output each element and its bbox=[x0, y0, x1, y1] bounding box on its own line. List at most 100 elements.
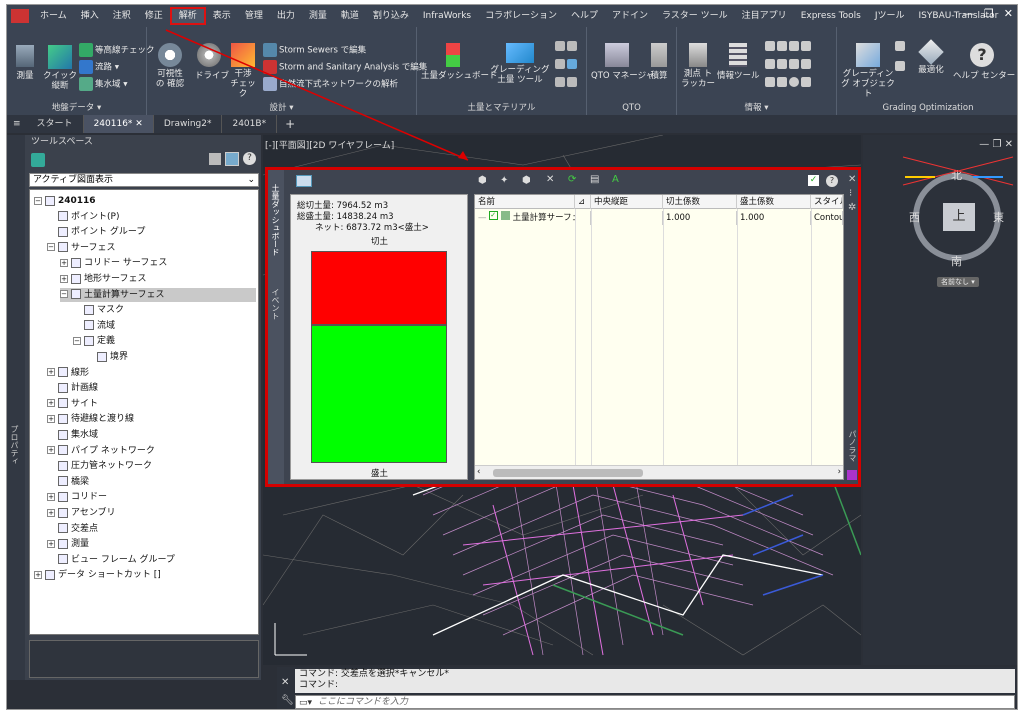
close-icon[interactable]: ✕ bbox=[281, 677, 289, 688]
tree-node[interactable]: − 定義 bbox=[73, 334, 115, 348]
tree-node[interactable]: + アセンブリ bbox=[47, 506, 116, 520]
grid-view-icon[interactable] bbox=[225, 152, 239, 166]
expand-toggle-icon[interactable]: + bbox=[47, 414, 55, 423]
help-icon[interactable]: ? bbox=[243, 152, 256, 165]
col-sort[interactable]: ⊿ bbox=[575, 195, 591, 209]
quick-profile-button[interactable]: クイック 縦断 bbox=[43, 45, 77, 91]
document-tab[interactable]: 2401B* bbox=[222, 115, 278, 133]
interference-button[interactable]: 干渉 チェック bbox=[229, 43, 257, 99]
pin-icon[interactable]: ⁝ bbox=[849, 188, 852, 199]
viewcube-face-top[interactable]: 上 bbox=[943, 203, 975, 231]
menu-item[interactable]: コラボレーション bbox=[478, 7, 564, 25]
tab-earthwork-dashboard[interactable]: 土量ダッシュボード bbox=[270, 184, 281, 256]
delete-icon[interactable]: ✕ bbox=[546, 174, 554, 185]
checkbox-icon[interactable]: ✓ bbox=[808, 175, 819, 186]
tree-node[interactable]: 流域 bbox=[73, 319, 115, 333]
tree-node[interactable]: + 地形サーフェス bbox=[60, 272, 146, 286]
row-fill-factor[interactable]: 1.000 bbox=[737, 211, 811, 225]
refresh-icon[interactable]: ⟳ bbox=[568, 174, 576, 185]
measure-icons-row2[interactable] bbox=[765, 59, 813, 70]
ribbon-panel-title[interactable]: 情報 ▾ bbox=[677, 101, 836, 113]
tree-node[interactable]: マスク bbox=[73, 303, 124, 317]
viewport-controls-label[interactable]: [-][平面図][2D ワイヤフレーム] bbox=[265, 138, 394, 151]
expand-toggle-icon[interactable]: − bbox=[60, 290, 68, 299]
storm-sewers-button[interactable]: Storm Sewers で編集 bbox=[263, 43, 366, 57]
tree-node[interactable]: 圧力管ネットワーク bbox=[47, 459, 152, 473]
menu-item[interactable]: 修正 bbox=[138, 7, 170, 25]
col-mid-ordinate[interactable]: 中央縦距 bbox=[591, 195, 663, 209]
measure-icons-row3[interactable] bbox=[765, 77, 813, 88]
tree-node[interactable]: 計画線 bbox=[47, 381, 98, 395]
menu-item[interactable]: アドイン bbox=[605, 7, 655, 25]
tree-node[interactable]: − サーフェス bbox=[47, 241, 115, 255]
tree-node[interactable]: ポイント(P) bbox=[47, 210, 119, 224]
command-input[interactable]: ▭▾ ここにコマンドを入力 bbox=[295, 695, 1015, 709]
expand-toggle-icon[interactable]: + bbox=[47, 368, 55, 377]
close-icon[interactable]: ✕ bbox=[1004, 7, 1013, 20]
tree-node[interactable]: + 線形 bbox=[47, 366, 89, 380]
tree-node[interactable]: 境界 bbox=[86, 350, 128, 364]
settings-icon[interactable]: ✲ bbox=[848, 202, 856, 213]
tree-node[interactable]: + サイト bbox=[47, 397, 98, 411]
quantity-table-icon[interactable] bbox=[555, 77, 579, 88]
app-menu-icon[interactable] bbox=[11, 9, 29, 23]
expand-toggle-icon[interactable]: + bbox=[34, 570, 42, 579]
drive-button[interactable]: ドライブ bbox=[195, 43, 229, 81]
row-cut-factor[interactable]: 1.000 bbox=[663, 211, 737, 225]
tree-node[interactable]: + パイプ ネットワーク bbox=[47, 444, 155, 458]
menu-item[interactable]: ヘルプ bbox=[564, 7, 605, 25]
close-tab-icon[interactable]: ✕ bbox=[132, 119, 143, 129]
panel-toggle-icon[interactable] bbox=[296, 175, 312, 187]
add-surface-icon[interactable]: ⬢ bbox=[478, 175, 487, 186]
menu-item[interactable]: ホーム bbox=[33, 7, 74, 25]
expand-toggle-icon[interactable]: + bbox=[47, 492, 55, 501]
takeoff-button[interactable]: 積算 bbox=[647, 43, 671, 81]
grading-volume-tool-button[interactable]: グレーディング土量 ツール bbox=[489, 43, 551, 85]
expand-toggle-icon[interactable]: + bbox=[47, 399, 55, 408]
scroll-thumb[interactable] bbox=[493, 469, 643, 477]
menu-item[interactable]: ラスター ツール bbox=[655, 7, 735, 25]
info-tool-button[interactable]: 情報ツール bbox=[717, 43, 760, 81]
add-label-icon[interactable]: A bbox=[612, 174, 619, 185]
grading-small-icons-2[interactable] bbox=[895, 61, 907, 72]
help-icon[interactable]: ? bbox=[826, 175, 838, 187]
col-style[interactable]: スタイル bbox=[811, 195, 843, 209]
visibility-button[interactable]: 可視性の 確認 bbox=[155, 43, 185, 89]
col-cut-factor[interactable]: 切土係数 bbox=[663, 195, 737, 209]
menu-item[interactable]: 割り込み bbox=[366, 7, 416, 25]
expand-toggle-icon[interactable]: + bbox=[47, 508, 55, 517]
expand-toggle-icon[interactable]: + bbox=[47, 446, 55, 455]
optimize-button[interactable]: 最適化 bbox=[913, 39, 949, 75]
material-list-icon[interactable] bbox=[555, 59, 579, 70]
restore-icon[interactable]: ❐ bbox=[984, 7, 994, 20]
catchment-button[interactable]: 集水域 ▾ bbox=[79, 77, 127, 91]
menu-item[interactable]: 管理 bbox=[238, 7, 270, 25]
grading-object-button[interactable]: グレーディング オブジェクト bbox=[841, 43, 895, 99]
menu-item[interactable]: 注釈 bbox=[106, 7, 138, 25]
station-tracker-button[interactable]: 測点 トラッカー bbox=[681, 43, 715, 89]
natural-flow-button[interactable]: 自然流下式ネットワークの解析 bbox=[263, 77, 398, 91]
expand-toggle-icon[interactable]: − bbox=[34, 196, 42, 205]
flow-button[interactable]: 流路 ▾ bbox=[79, 60, 119, 74]
menu-item[interactable]: InfraWorks bbox=[416, 7, 478, 25]
properties-tab[interactable]: プロパティ bbox=[9, 425, 20, 465]
menu-item[interactable]: 軌道 bbox=[334, 7, 366, 25]
tree-node[interactable]: ビュー フレーム グループ bbox=[47, 553, 175, 567]
tree-node[interactable]: 交差点 bbox=[47, 522, 98, 536]
prospector-icon[interactable] bbox=[31, 153, 45, 167]
row-style[interactable]: Contour bbox=[811, 211, 843, 225]
table-row[interactable]: — ✓ 土量計算サーフェス 1.000 1.000 Contour bbox=[475, 211, 843, 225]
menu-item[interactable]: Jツール bbox=[868, 7, 912, 25]
menu-item[interactable]: 挿入 bbox=[74, 7, 106, 25]
tree-node[interactable]: + コリドー bbox=[47, 490, 107, 504]
menu-item[interactable]: 注目アプリ bbox=[735, 7, 794, 25]
compass-east[interactable]: 東 bbox=[993, 209, 1004, 225]
col-fill-factor[interactable]: 盛土係数 bbox=[737, 195, 811, 209]
help-center-button[interactable]: ? ヘルプ センター bbox=[953, 43, 1015, 81]
tree-node[interactable]: 集水域 bbox=[47, 428, 98, 442]
horizontal-scrollbar[interactable]: ‹ › bbox=[475, 465, 843, 479]
ucs-dropdown[interactable]: 名前なし ▾ bbox=[937, 277, 979, 287]
compass-south[interactable]: 南 bbox=[951, 253, 962, 269]
menu-item[interactable]: Express Tools bbox=[794, 7, 868, 25]
close-icon[interactable]: ✕ bbox=[848, 174, 856, 185]
